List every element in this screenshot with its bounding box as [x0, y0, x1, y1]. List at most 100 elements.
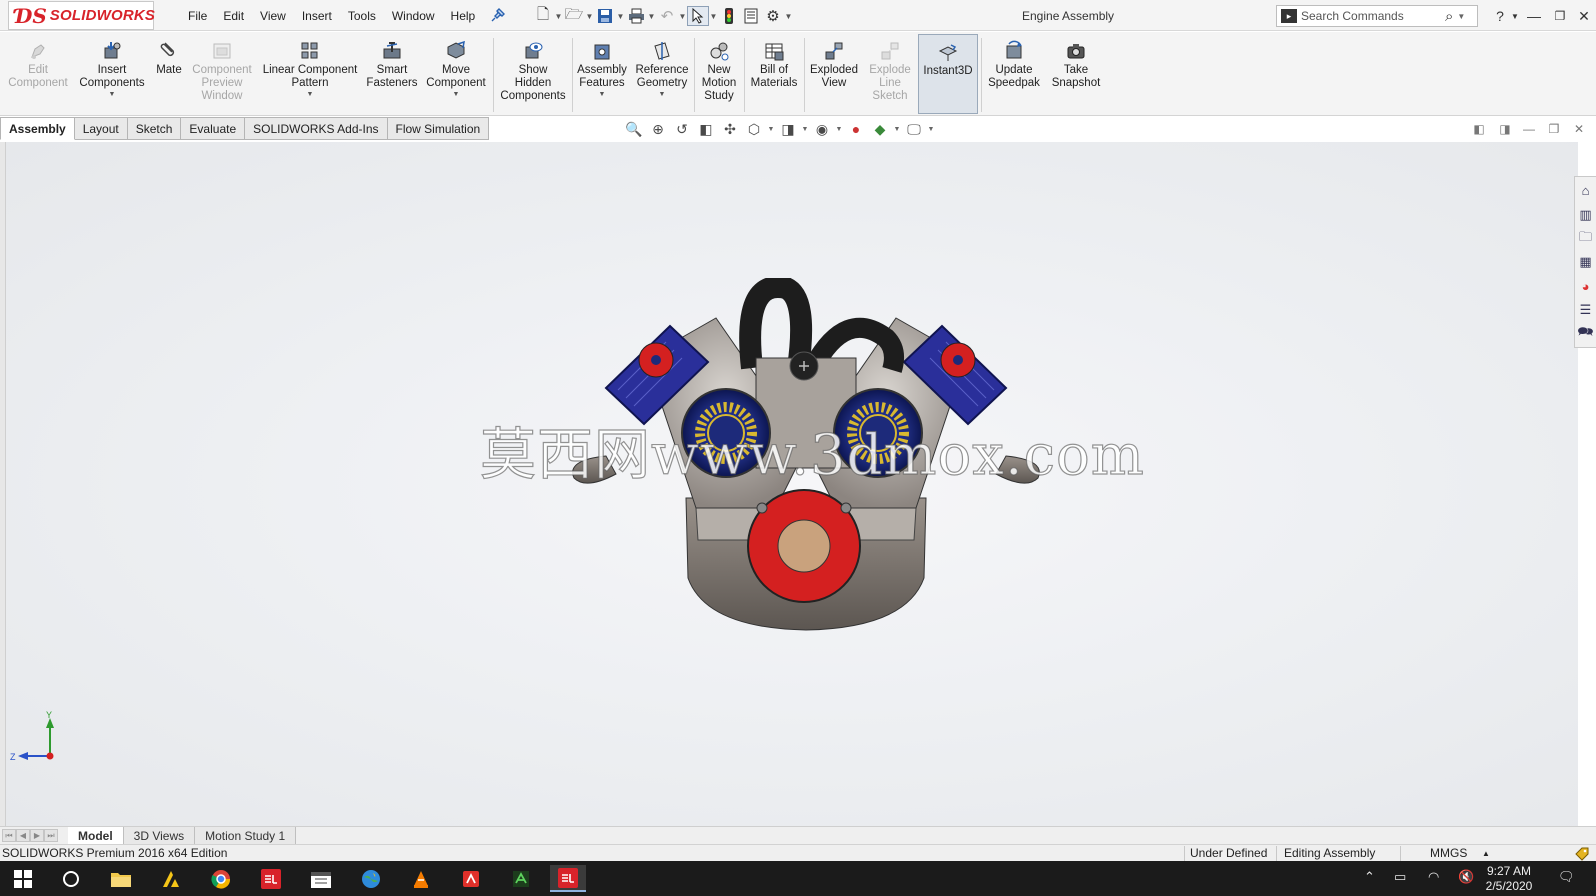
zoom-to-fit-icon[interactable]: 🔍	[622, 119, 646, 139]
tab-layout[interactable]: Layout	[74, 117, 128, 140]
help-dropdown-icon[interactable]: ▼	[1505, 6, 1525, 26]
edit-appearance-icon[interactable]: ●	[844, 119, 868, 139]
appearances-scenes-icon[interactable]: ◕	[1577, 275, 1595, 297]
viewport-minimize-icon[interactable]: —	[1520, 120, 1538, 138]
tab-3d-views[interactable]: 3D Views	[123, 827, 196, 844]
select-dropdown-icon[interactable]: ▼	[709, 12, 718, 21]
tab-evaluate[interactable]: Evaluate	[181, 117, 246, 140]
close-icon[interactable]: ✕	[1574, 6, 1594, 26]
volume-muted-icon[interactable]: 🔇	[1458, 869, 1474, 885]
reference-geometry-dropdown-icon[interactable]: ▼	[659, 91, 666, 98]
save-icon[interactable]	[594, 6, 616, 26]
graphics-area[interactable]: 莫西网www.3dmox.com Y Z	[6, 142, 1578, 826]
previous-view-icon[interactable]: ↺	[670, 119, 694, 139]
tab-assembly[interactable]: Assembly	[0, 117, 75, 140]
display-style-dropdown-icon[interactable]: ▼	[800, 126, 810, 133]
windows-start-icon[interactable]	[8, 865, 38, 892]
new-document-icon[interactable]: 🗋	[532, 6, 554, 26]
insert-components-dropdown-icon[interactable]: ▼	[109, 91, 116, 98]
hide-show-dropdown-icon[interactable]: ▼	[834, 126, 844, 133]
solidworks-active-taskbar-icon[interactable]	[550, 865, 586, 892]
viewport-restore-icon[interactable]: ❐	[1545, 120, 1563, 138]
tab-solidworks-add-ins[interactable]: SOLIDWORKS Add-Ins	[245, 117, 388, 140]
viewport-tile-left-icon[interactable]: ◧	[1470, 120, 1488, 138]
dynamic-annotation-icon[interactable]: ✣	[718, 119, 742, 139]
battery-icon[interactable]: ▭	[1394, 869, 1406, 885]
assembly-features-button[interactable]: Assembly Features ▼	[574, 34, 630, 114]
design-library-icon[interactable]: ▥	[1577, 204, 1595, 226]
tab-flow-simulation[interactable]: Flow Simulation	[387, 117, 490, 140]
solidworks-forum-icon[interactable]: 🗪	[1577, 323, 1595, 345]
new-dropdown-icon[interactable]: ▼	[554, 12, 563, 21]
viewport-tile-right-icon[interactable]: ◨	[1496, 120, 1514, 138]
custom-properties-icon[interactable]: ☰	[1577, 299, 1595, 321]
explode-line-sketch-button[interactable]: Explode Line Sketch	[862, 34, 918, 114]
view-settings-dropdown-icon[interactable]: ▼	[926, 126, 936, 133]
view-orientation-icon[interactable]: ⬡	[742, 119, 766, 139]
view-palette-icon[interactable]: ▦	[1577, 252, 1595, 274]
file-explorer-icon[interactable]: 🗀	[1577, 228, 1595, 250]
show-hidden-icons-chevron-icon[interactable]: ⌃	[1364, 869, 1375, 885]
undo-icon[interactable]: ↶	[656, 6, 678, 26]
viewport-close-icon[interactable]: ✕	[1570, 120, 1588, 138]
previous-tab-icon[interactable]: ◀	[16, 829, 30, 842]
mate-button[interactable]: Mate	[150, 34, 188, 114]
file-properties-icon[interactable]	[740, 6, 762, 26]
rebuild-traffic-light-icon[interactable]	[718, 6, 740, 26]
bill-of-materials-button[interactable]: Bill of Materials	[746, 34, 802, 114]
view-settings-monitor-icon[interactable]: 🖵	[902, 119, 926, 139]
tab-motion-study-1[interactable]: Motion Study 1	[195, 827, 297, 844]
options-dropdown-icon[interactable]: ▼	[784, 12, 793, 21]
display-style-icon[interactable]: ◨	[776, 119, 800, 139]
exploded-view-button[interactable]: Exploded View	[806, 34, 862, 114]
menu-help[interactable]: Help	[443, 9, 484, 23]
select-cursor-icon[interactable]	[687, 6, 709, 26]
tag-icon[interactable]	[1574, 846, 1590, 861]
solidworks-resources-home-icon[interactable]: ⌂	[1577, 180, 1595, 202]
undo-dropdown-icon[interactable]: ▼	[678, 12, 687, 21]
show-hidden-components-button[interactable]: Show Hidden Components	[496, 34, 570, 114]
menu-window[interactable]: Window	[384, 9, 443, 23]
component-preview-window-button[interactable]: Component Preview Window	[188, 34, 256, 114]
open-folder-icon[interactable]: 🗁	[563, 6, 585, 26]
print-icon[interactable]	[625, 6, 647, 26]
apply-scene-icon[interactable]: ◆	[868, 119, 892, 139]
new-motion-study-button[interactable]: New Motion Study	[696, 34, 742, 114]
apply-scene-dropdown-icon[interactable]: ▼	[892, 126, 902, 133]
insert-components-button[interactable]: Insert Components ▼	[76, 34, 148, 114]
search-commands-box[interactable]: ▸ ⌕ ▼	[1276, 5, 1478, 27]
reference-geometry-button[interactable]: Reference Geometry ▼	[632, 34, 692, 114]
chrome-taskbar-icon[interactable]	[206, 865, 236, 892]
file-explorer-taskbar-icon[interactable]	[106, 865, 136, 892]
view-orientation-dropdown-icon[interactable]: ▼	[766, 126, 776, 133]
action-center-notification-icon[interactable]: 🗨	[1558, 869, 1575, 885]
calendar-app-taskbar-icon[interactable]	[306, 865, 336, 892]
green-cad-app-taskbar-icon[interactable]	[506, 865, 536, 892]
search-dropdown-icon[interactable]: ▼	[1457, 12, 1465, 21]
minimize-icon[interactable]: —	[1524, 6, 1544, 26]
pdf-reader-taskbar-icon[interactable]	[456, 865, 486, 892]
instant3d-button[interactable]: Instant3D	[918, 34, 978, 114]
units-selector[interactable]: MMGS	[1430, 846, 1467, 860]
print-dropdown-icon[interactable]: ▼	[647, 12, 656, 21]
taskbar-clock[interactable]: 9:27 AM 2/5/2020	[1476, 864, 1542, 894]
pin-menu-icon[interactable]	[491, 8, 505, 22]
open-dropdown-icon[interactable]: ▼	[585, 12, 594, 21]
restore-icon[interactable]: ❐	[1550, 6, 1570, 26]
wifi-icon[interactable]: ◠	[1428, 869, 1439, 885]
menu-edit[interactable]: Edit	[215, 9, 252, 23]
autocad-taskbar-icon[interactable]	[156, 865, 186, 892]
menu-view[interactable]: View	[252, 9, 294, 23]
units-arrow-icon[interactable]: ▲	[1482, 849, 1490, 858]
next-tab-icon[interactable]: ▶	[30, 829, 44, 842]
section-view-icon[interactable]: ◧	[694, 119, 718, 139]
linear-pattern-dropdown-icon[interactable]: ▼	[307, 91, 314, 98]
solidworks-2016-taskbar-icon[interactable]	[256, 865, 286, 892]
linear-component-pattern-button[interactable]: Linear Component Pattern ▼	[258, 34, 362, 114]
solidworks-logo[interactable]: ƊS SOLIDWORKS	[8, 1, 155, 30]
menu-tools[interactable]: Tools	[340, 9, 384, 23]
assembly-features-dropdown-icon[interactable]: ▼	[599, 91, 606, 98]
zoom-to-area-icon[interactable]: ⊕	[646, 119, 670, 139]
hide-show-items-icon[interactable]: ◉	[810, 119, 834, 139]
update-speedpak-button[interactable]: Update Speedpak	[983, 34, 1045, 114]
